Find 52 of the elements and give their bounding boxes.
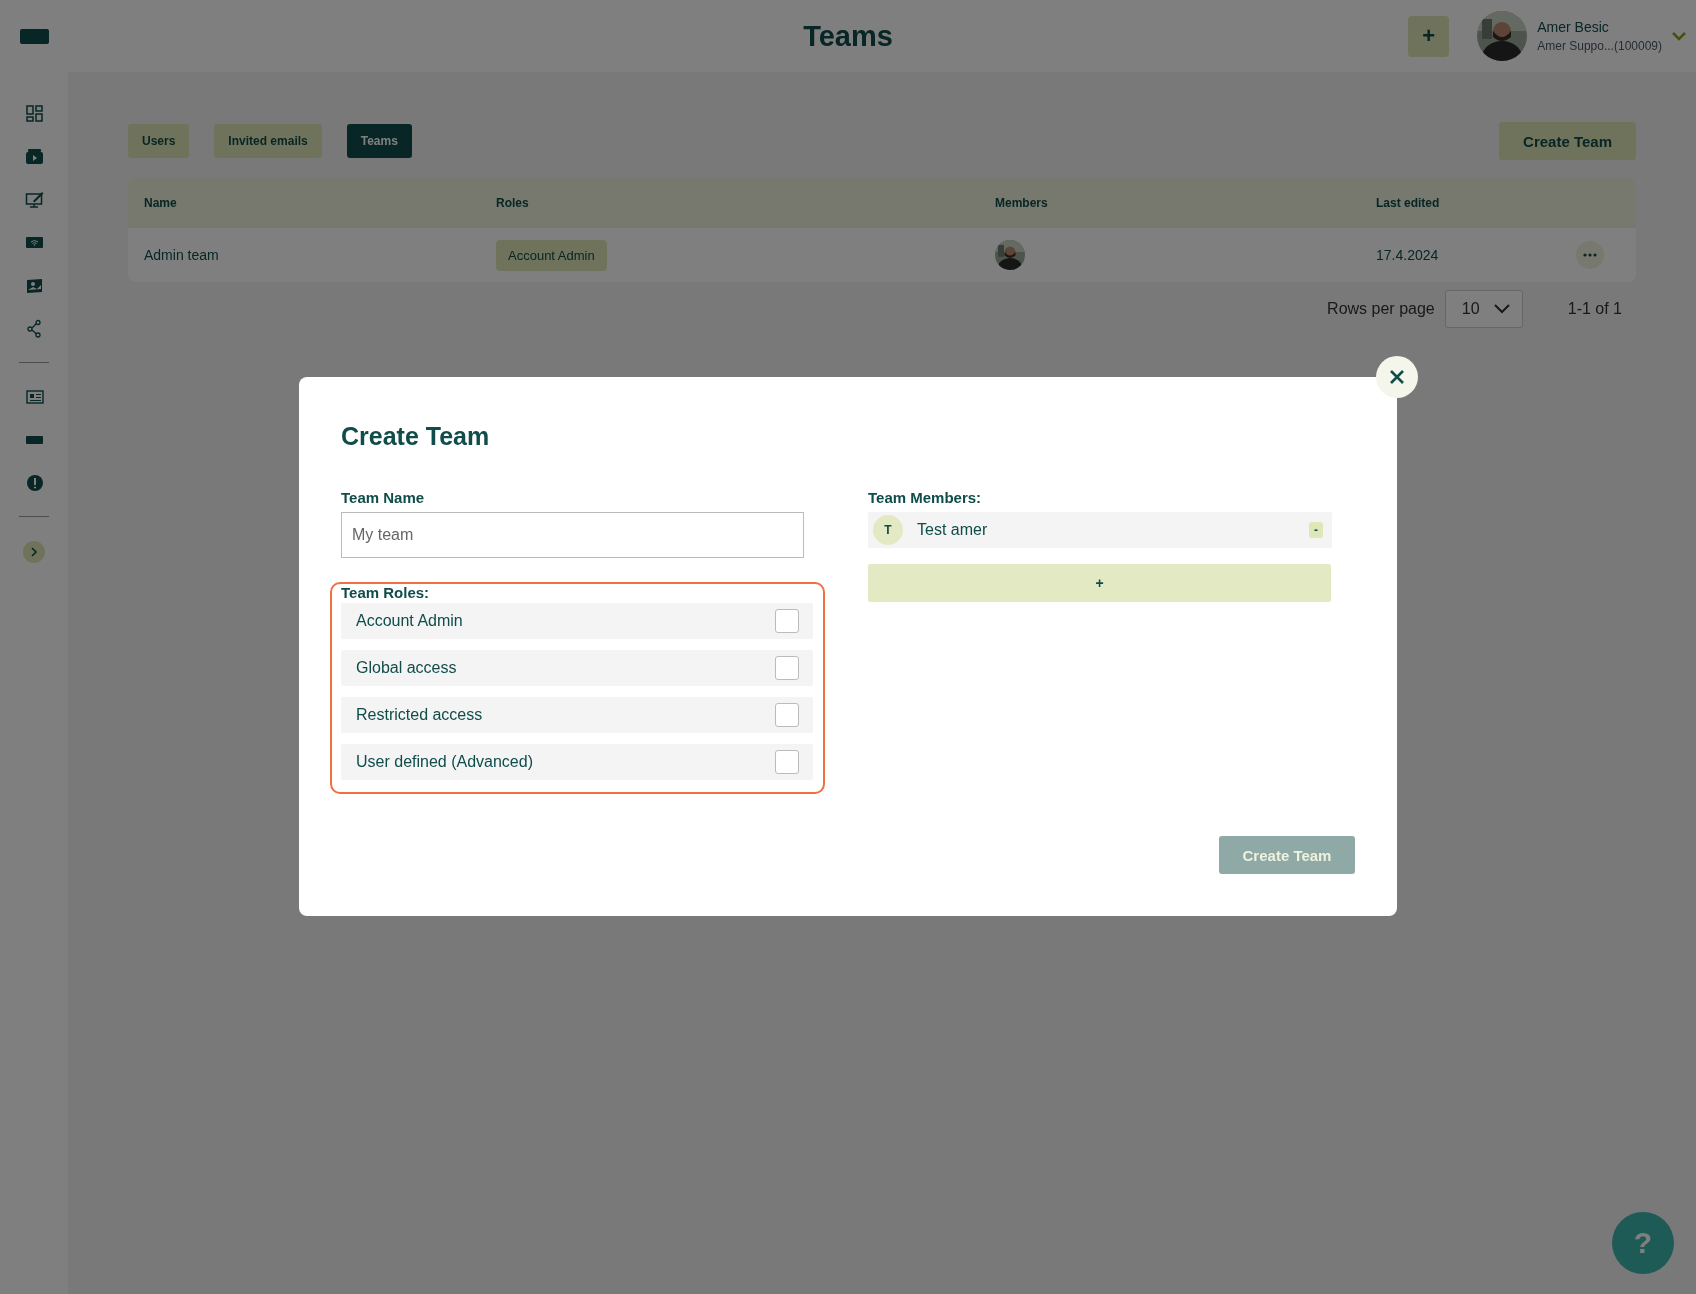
team-name-field[interactable]: My team <box>341 512 804 558</box>
chevron-right-icon <box>30 547 38 557</box>
role-option[interactable]: Global access <box>341 650 813 686</box>
rows-per-page-select[interactable]: 10 <box>1444 290 1523 328</box>
tab[interactable]: Invited emails <box>214 124 322 158</box>
column-header: Members <box>995 196 1049 210</box>
tab[interactable]: Users <box>128 124 190 158</box>
role-tag: Account Admin <box>496 240 607 271</box>
checkbox[interactable] <box>775 750 799 774</box>
chevron-down-icon[interactable] <box>1672 31 1686 41</box>
column-header: Name <box>144 196 178 210</box>
table-cell-text: Admin team <box>144 247 220 263</box>
table-cell-text: 17.4.2024 <box>1376 247 1440 263</box>
close-icon[interactable] <box>1376 356 1418 398</box>
field-label: Team Members: <box>868 489 983 506</box>
add-button[interactable]: + <box>1408 15 1450 57</box>
role-label: Global access <box>356 659 457 677</box>
role-option[interactable]: Restricted access <box>341 697 813 733</box>
field-label: Team Roles: <box>341 584 431 601</box>
alert-icon[interactable] <box>24 473 44 492</box>
column-header: Last edited <box>1376 196 1441 210</box>
member-name: Test amer <box>917 521 988 539</box>
grid-icon[interactable] <box>24 104 44 123</box>
newspaper-icon[interactable] <box>24 387 44 406</box>
checkbox[interactable] <box>775 656 799 680</box>
column-header: Roles <box>496 196 530 210</box>
video-icon[interactable] <box>24 147 44 166</box>
checkbox[interactable] <box>775 703 799 727</box>
field-label: Team Name <box>341 489 426 506</box>
page-range: 1-1 of 1 <box>1567 300 1622 318</box>
remove-button[interactable]: - <box>1309 522 1323 538</box>
add-member-button[interactable]: + <box>868 564 1331 602</box>
role-option[interactable]: User defined (Advanced) <box>341 744 813 780</box>
user-name: Amer Besic <box>1537 19 1610 35</box>
role-label: User defined (Advanced) <box>356 753 533 771</box>
role-option[interactable]: Account Admin <box>341 603 813 639</box>
page-title: Teams <box>803 19 893 53</box>
avatar-initial: T <box>873 515 903 545</box>
role-label: Restricted access <box>356 706 483 724</box>
dialog-title: Create Team <box>341 422 491 451</box>
create-team-button[interactable]: Create Team <box>1499 122 1636 160</box>
tab[interactable]: Teams <box>346 124 412 158</box>
role-label: Account Admin <box>356 612 463 630</box>
share-icon[interactable] <box>24 319 44 338</box>
monitor-edit-icon[interactable] <box>24 190 44 209</box>
checkbox[interactable] <box>775 609 799 633</box>
account-name: Amer Suppo...(100009) <box>1537 39 1662 53</box>
rows-per-page-label: Rows per page <box>1327 300 1435 318</box>
expand-button[interactable] <box>23 541 45 563</box>
image-icon[interactable] <box>24 276 44 295</box>
logo-icon[interactable] <box>20 28 49 44</box>
chevron-down-icon <box>1493 304 1510 314</box>
